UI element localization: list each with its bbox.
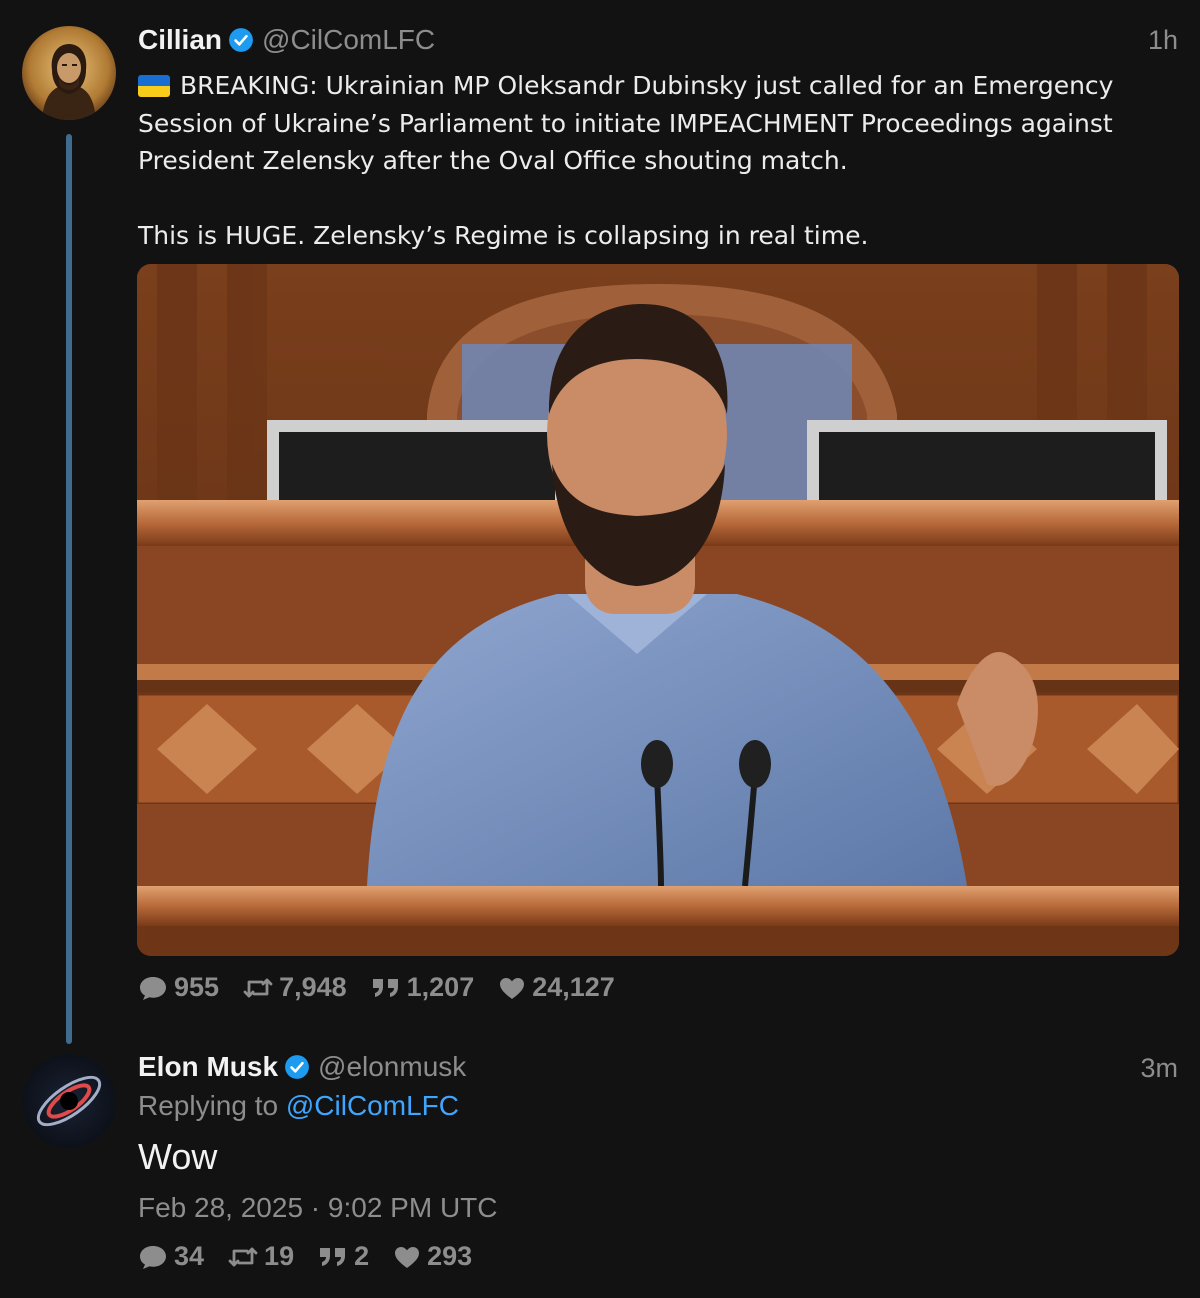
verified-badge-icon <box>228 27 254 53</box>
reply-icon <box>140 1245 166 1269</box>
quote-count-value: 1,207 <box>406 972 475 1002</box>
cillian-avatar[interactable] <box>22 26 116 120</box>
reply-reply-count[interactable]: 34 <box>138 1241 204 1272</box>
like-count[interactable]: 24,127 <box>498 972 615 1003</box>
reply-retweet-count-value: 19 <box>264 1241 295 1271</box>
like-count-value: 24,127 <box>532 972 615 1002</box>
reply-author-name[interactable]: Elon Musk <box>138 1051 278 1083</box>
reply-like-count[interactable]: 293 <box>393 1241 472 1272</box>
tweet-media-image[interactable] <box>137 264 1179 956</box>
verified-badge-icon <box>284 1054 310 1080</box>
replying-to-line: Replying to @CilComLFC <box>138 1090 459 1122</box>
main-tweet-stats: 955 7,948 1,207 24,127 <box>138 972 639 1003</box>
reply-quote-count-value: 2 <box>354 1241 370 1271</box>
reply-tweet-header: Elon Musk @elonmusk <box>138 1047 466 1087</box>
reply-quote-count[interactable]: 2 <box>318 1241 369 1272</box>
tweet-text-paragraph-1: BREAKING: Ukrainian MP Oleksandr Dubinsk… <box>138 71 1114 175</box>
reply-icon <box>140 976 166 1000</box>
reply-date[interactable]: Feb 28, 2025 · 9:02 PM UTC <box>138 1192 498 1224</box>
ukraine-flag-icon <box>138 75 170 97</box>
heart-icon <box>500 977 525 999</box>
tweet-text-paragraph-2: This is HUGE. Zelensky’s Regime is colla… <box>138 221 869 250</box>
replying-to-link[interactable]: @CilComLFC <box>286 1090 459 1121</box>
quote-icon <box>372 978 398 997</box>
reply-reply-count-value: 34 <box>174 1241 205 1271</box>
heart-icon <box>395 1246 420 1268</box>
main-tweet-header: Cillian @CilComLFC <box>138 20 435 60</box>
replying-to-label: Replying to <box>138 1090 279 1121</box>
elon-musk-avatar[interactable] <box>22 1054 116 1148</box>
retweet-icon <box>228 1247 258 1266</box>
retweet-icon <box>243 978 273 997</box>
author-handle[interactable]: @CilComLFC <box>262 24 435 56</box>
reply-retweet-count[interactable]: 19 <box>228 1241 294 1272</box>
retweet-count-value: 7,948 <box>279 972 347 1002</box>
reply-count-value: 955 <box>174 972 220 1002</box>
reply-text: Wow <box>138 1136 218 1177</box>
author-name[interactable]: Cillian <box>138 24 222 56</box>
tweet-time[interactable]: 1h <box>1148 20 1178 60</box>
reply-like-count-value: 293 <box>427 1241 473 1271</box>
retweet-count[interactable]: 7,948 <box>243 972 347 1003</box>
reply-count[interactable]: 955 <box>138 972 219 1003</box>
tweet-text: BREAKING: Ukrainian MP Oleksandr Dubinsk… <box>138 67 1178 255</box>
quote-count[interactable]: 1,207 <box>371 972 475 1003</box>
reply-time[interactable]: 3m <box>1140 1048 1178 1088</box>
reply-author-handle[interactable]: @elonmusk <box>318 1051 466 1083</box>
reply-tweet-stats: 34 19 2 293 <box>138 1241 496 1272</box>
quote-icon <box>320 1247 346 1266</box>
thread-line <box>66 134 72 1044</box>
